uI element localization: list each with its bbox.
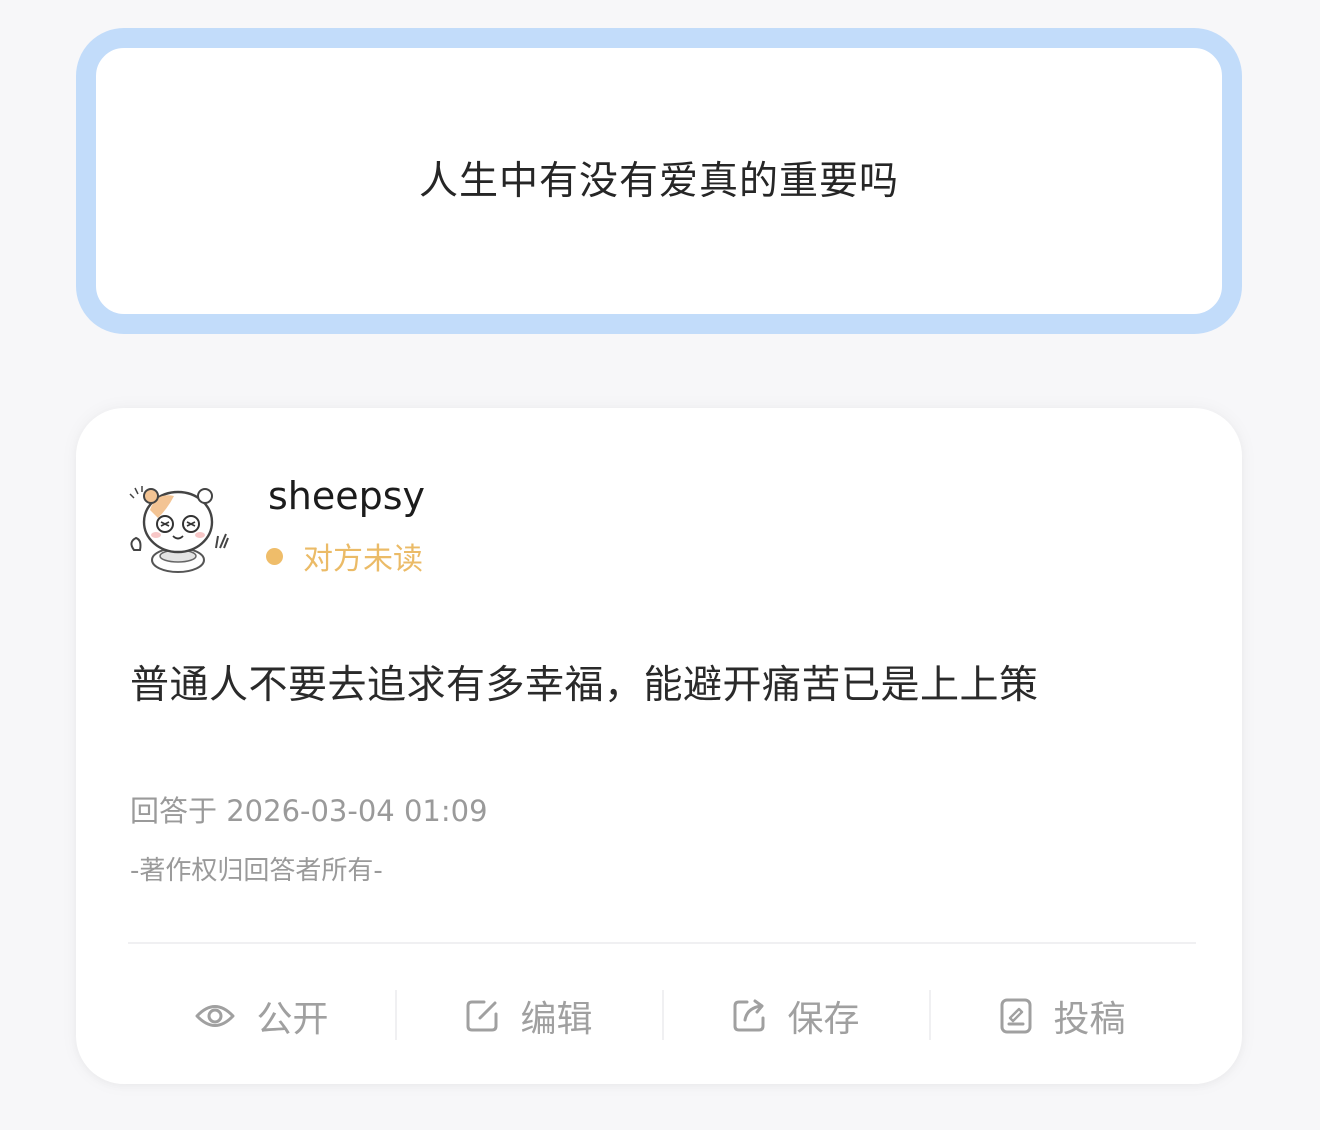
action-bar: 公开 编辑 保存 投稿 bbox=[128, 978, 1196, 1054]
copyright-note: -著作权归回答者所有- bbox=[130, 856, 383, 886]
edit-icon bbox=[466, 1000, 498, 1032]
page: 人生中有没有爱真的重要吗 sheepsy 对方未读 普通人不要去追求有多幸福，能… bbox=[0, 0, 1320, 1130]
submit-button[interactable]: 投稿 bbox=[929, 978, 1196, 1054]
read-status-label: 对方未读 bbox=[303, 542, 423, 577]
question-card: 人生中有没有爱真的重要吗 bbox=[76, 28, 1242, 334]
divider bbox=[128, 942, 1196, 944]
public-button[interactable]: 公开 bbox=[128, 978, 395, 1054]
edit-button[interactable]: 编辑 bbox=[395, 978, 662, 1054]
save-label: 保存 bbox=[787, 999, 860, 1040]
public-label: 公开 bbox=[256, 999, 329, 1040]
document-icon bbox=[1000, 998, 1032, 1034]
read-status: 对方未读 bbox=[266, 534, 423, 578]
avatar[interactable] bbox=[128, 478, 232, 574]
username[interactable]: sheepsy bbox=[268, 474, 425, 518]
status-dot-icon bbox=[266, 547, 283, 565]
submit-label: 投稿 bbox=[1053, 999, 1126, 1040]
answer-content: 普通人不要去追求有多幸福，能避开痛苦已是上上策 bbox=[130, 663, 1039, 708]
eye-icon bbox=[195, 1005, 235, 1027]
share-icon bbox=[733, 999, 765, 1032]
save-button[interactable]: 保存 bbox=[662, 978, 929, 1054]
answer-card: sheepsy 对方未读 普通人不要去追求有多幸福，能避开痛苦已是上上策 回答于… bbox=[76, 408, 1242, 1084]
edit-label: 编辑 bbox=[520, 999, 593, 1040]
question-text: 人生中有没有爱真的重要吗 bbox=[418, 159, 899, 204]
answer-timestamp: 回答于 2026-03-04 01:09 bbox=[130, 794, 488, 828]
